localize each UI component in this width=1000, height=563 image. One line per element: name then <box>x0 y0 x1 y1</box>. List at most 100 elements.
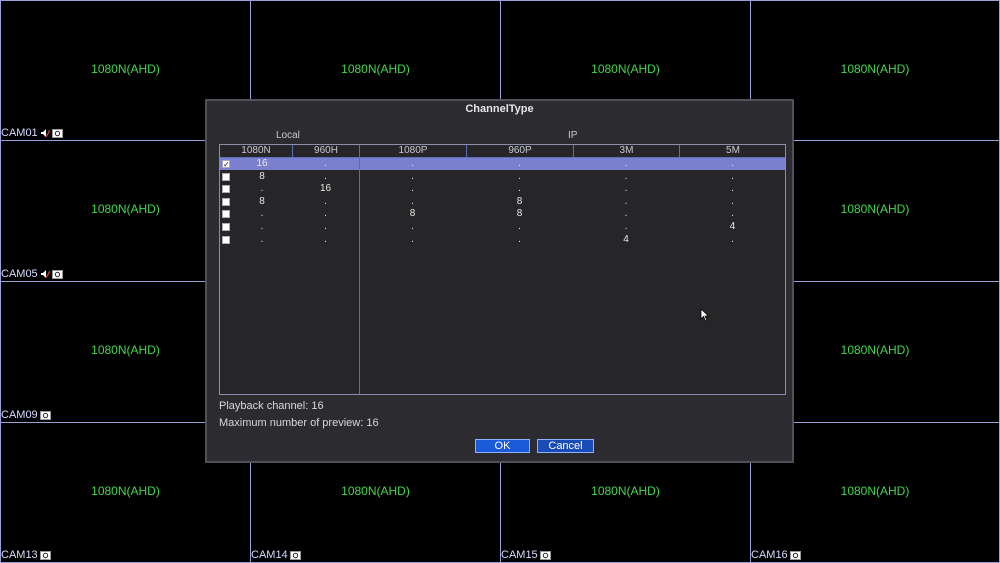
table-cell: . <box>518 221 521 232</box>
table-cell: . <box>411 221 414 232</box>
camera-resolution: 1080N(AHD) <box>591 62 660 76</box>
group-ip-label: IP <box>568 130 578 141</box>
table-cell: . <box>324 195 327 207</box>
cancel-button[interactable]: Cancel <box>537 439 594 453</box>
table-row[interactable]: .... 4. <box>220 234 785 246</box>
column-header: 1080N <box>241 145 271 156</box>
camera-name: CAM05 <box>1 268 38 280</box>
table-cell: . <box>260 221 264 232</box>
camera-resolution: 1080N(AHD) <box>91 62 160 76</box>
table-cell: . <box>411 233 414 245</box>
row-checkbox[interactable] <box>222 172 230 181</box>
row-checkbox[interactable] <box>222 185 230 194</box>
camera-resolution: 1080N(AHD) <box>591 484 660 498</box>
channel-type-table: 1080N 960H 1080P 960P 3M 5M ✓ 16..... 8...... 16… <box>219 144 786 395</box>
camera-name: CAM13 <box>1 549 38 561</box>
table-cell: 8 <box>409 208 416 220</box>
table-cell: . <box>624 158 628 169</box>
table-cell: . <box>518 183 521 195</box>
column-header: 5M <box>679 145 786 157</box>
table-cell: . <box>324 170 327 182</box>
camera-resolution: 1080N(AHD) <box>840 484 910 498</box>
camera-label: CAM09 <box>1 409 51 421</box>
camera-name: CAM16 <box>751 549 788 561</box>
column-header: 1080P <box>359 145 466 157</box>
table-cell: . <box>518 233 521 245</box>
table-cell: . <box>324 208 327 220</box>
camera-label: CAM13 <box>1 549 51 561</box>
table-cell: . <box>260 183 264 195</box>
camera-resolution: 1080N(AHD) <box>341 62 410 76</box>
table-row[interactable]: 8.. 8.. <box>220 196 785 208</box>
table-cell: 8 <box>259 170 265 182</box>
local-ip-divider <box>359 145 360 394</box>
table-cell: 16 <box>319 183 332 195</box>
table-row[interactable]: 8..... <box>220 171 785 183</box>
camera-resolution: 1080N(AHD) <box>840 62 910 76</box>
camera-label: CAM05 <box>1 268 63 280</box>
column-header: 3M <box>573 145 679 157</box>
table-cell: . <box>518 158 521 169</box>
row-checkbox[interactable] <box>222 210 230 219</box>
row-checkbox[interactable] <box>222 235 230 244</box>
audio-mute-icon <box>40 129 50 138</box>
table-cell: . <box>624 195 628 207</box>
table-header: 1080N 960H 1080P 960P 3M 5M <box>220 145 785 158</box>
camera-name: CAM14 <box>251 549 288 561</box>
record-status-icon <box>289 550 301 560</box>
table-cell: . <box>411 195 414 207</box>
record-status-icon <box>51 269 63 279</box>
camera-name: CAM09 <box>1 409 38 421</box>
table-cell: . <box>731 195 734 207</box>
table-cell: . <box>731 208 734 220</box>
table-cell: . <box>624 208 628 220</box>
table-cell: . <box>624 221 628 232</box>
camera-label: CAM14 <box>251 549 301 561</box>
table-cell: 4 <box>623 233 629 245</box>
table-cell: . <box>624 170 628 182</box>
table-row[interactable]: . 16.... <box>220 183 785 195</box>
table-cell: . <box>411 158 414 169</box>
channel-type-dialog: ChannelType Local IP 1080N 960H 1080P 960P 3… <box>205 99 794 463</box>
table-cell: . <box>518 170 521 182</box>
record-status-icon <box>789 550 801 560</box>
camera-resolution: 1080N(AHD) <box>91 484 160 498</box>
table-cell: . <box>324 221 327 232</box>
camera-name: CAM01 <box>1 127 38 139</box>
audio-mute-icon <box>40 270 50 279</box>
mouse-cursor-icon <box>700 308 710 322</box>
camera-label: CAM01 <box>1 127 63 139</box>
table-cell: . <box>731 170 734 182</box>
table-cell: . <box>324 158 327 169</box>
table-cell: 8 <box>516 195 523 207</box>
group-local-label: Local <box>276 130 300 141</box>
table-cell: . <box>324 233 327 245</box>
table-cell: . <box>260 233 264 245</box>
table-cell: . <box>624 183 628 195</box>
table-cell: . <box>731 158 734 169</box>
table-cell: . <box>260 208 264 220</box>
table-cell: 4 <box>729 221 736 232</box>
row-checkbox[interactable]: ✓ <box>222 160 230 169</box>
table-cell: . <box>411 183 414 195</box>
record-status-icon <box>51 128 63 138</box>
table-row[interactable]: ✓ 16..... <box>220 158 785 170</box>
table-cell: 8 <box>516 208 523 220</box>
column-header: 960P <box>466 145 573 157</box>
table-cell: . <box>731 233 734 245</box>
row-checkbox[interactable] <box>222 223 230 231</box>
table-row[interactable]: ..... 4 <box>220 221 785 233</box>
record-status-icon <box>39 410 51 420</box>
record-status-icon <box>539 550 551 560</box>
camera-label: CAM15 <box>501 549 551 561</box>
playback-channel-text: Playback channel: 16 <box>219 400 324 412</box>
camera-resolution: 1080N(AHD) <box>341 484 410 498</box>
table-row[interactable]: .. 8 8.. <box>220 208 785 220</box>
record-status-icon <box>39 550 51 560</box>
table-cell: 16 <box>256 158 268 169</box>
table-cell: 8 <box>259 195 265 207</box>
ok-button[interactable]: OK <box>475 439 530 453</box>
row-checkbox[interactable] <box>222 197 230 206</box>
table-cell: . <box>731 183 734 195</box>
table-cell: . <box>411 170 414 182</box>
